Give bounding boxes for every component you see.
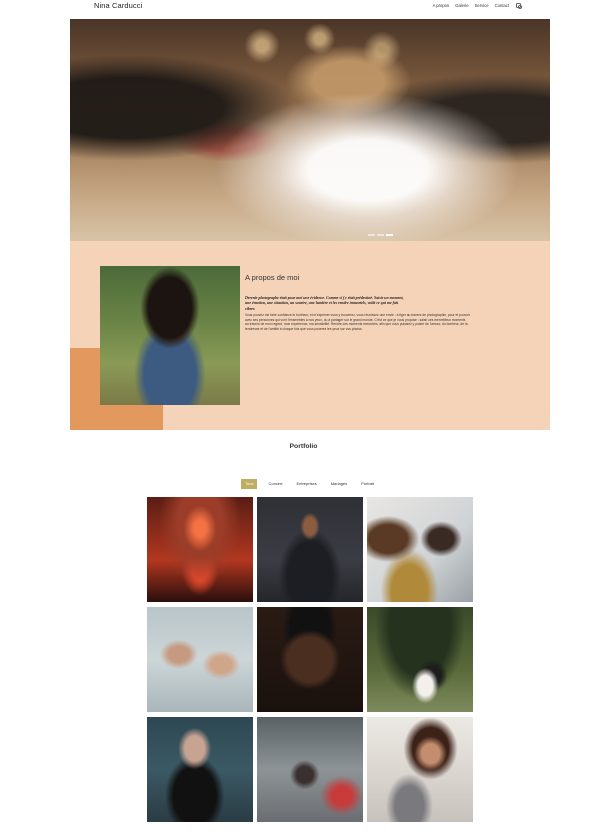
main-nav: A propos Galerie Service Contact bbox=[433, 3, 522, 9]
carousel-dot-active[interactable] bbox=[386, 234, 393, 236]
about-lead-text: Derenir photographe était pour moi une é… bbox=[245, 296, 404, 311]
gallery-image-concert[interactable] bbox=[147, 497, 253, 602]
about-body-text: Vous pouvez me faire confiance le bonheu… bbox=[245, 313, 470, 332]
site-header: Nina Carducci A propos Galerie Service C… bbox=[0, 0, 607, 19]
gallery-image-portrait-woman[interactable] bbox=[147, 717, 253, 822]
filter-tous[interactable]: Tous bbox=[241, 479, 258, 489]
portfolio-title: Portfolio bbox=[289, 443, 318, 450]
about-title: A propos de moi bbox=[245, 273, 300, 282]
portfolio-gallery bbox=[147, 497, 473, 822]
nav-link-galerie[interactable]: Galerie bbox=[455, 3, 469, 8]
nav-link-service[interactable]: Service bbox=[475, 3, 489, 8]
about-portrait-image bbox=[100, 266, 240, 405]
filter-mariages[interactable]: Mariages bbox=[328, 479, 350, 489]
about-section: A propos de moi Derenir photographe étai… bbox=[70, 241, 550, 430]
nav-link-a-propos[interactable]: A propos bbox=[433, 3, 450, 8]
portfolio-filters: Tous Concert Entreprises Mariages Portra… bbox=[241, 479, 377, 489]
carousel-dot[interactable] bbox=[377, 234, 384, 236]
gallery-image-hands[interactable] bbox=[147, 607, 253, 712]
carousel-dot[interactable] bbox=[368, 234, 375, 236]
gallery-image-wedding-couple[interactable] bbox=[367, 607, 473, 712]
gallery-image-portrait-man[interactable] bbox=[257, 607, 363, 712]
filter-concert[interactable]: Concert bbox=[265, 479, 285, 489]
gallery-image-woman-laptop[interactable] bbox=[367, 717, 473, 822]
gallery-image-businessman[interactable] bbox=[257, 497, 363, 602]
hero-image bbox=[70, 19, 550, 108]
brand-name[interactable]: Nina Carducci bbox=[94, 1, 142, 10]
gallery-image-concert-crowd[interactable] bbox=[257, 717, 363, 822]
carousel-indicators bbox=[368, 234, 393, 236]
hero-carousel[interactable] bbox=[70, 19, 550, 241]
filter-portrait[interactable]: Portrait bbox=[358, 479, 377, 489]
nav-link-contact[interactable]: Contact bbox=[495, 3, 509, 8]
instagram-icon[interactable] bbox=[516, 3, 522, 9]
gallery-image-office-woman[interactable] bbox=[367, 497, 473, 602]
filter-entreprises[interactable]: Entreprises bbox=[293, 479, 319, 489]
